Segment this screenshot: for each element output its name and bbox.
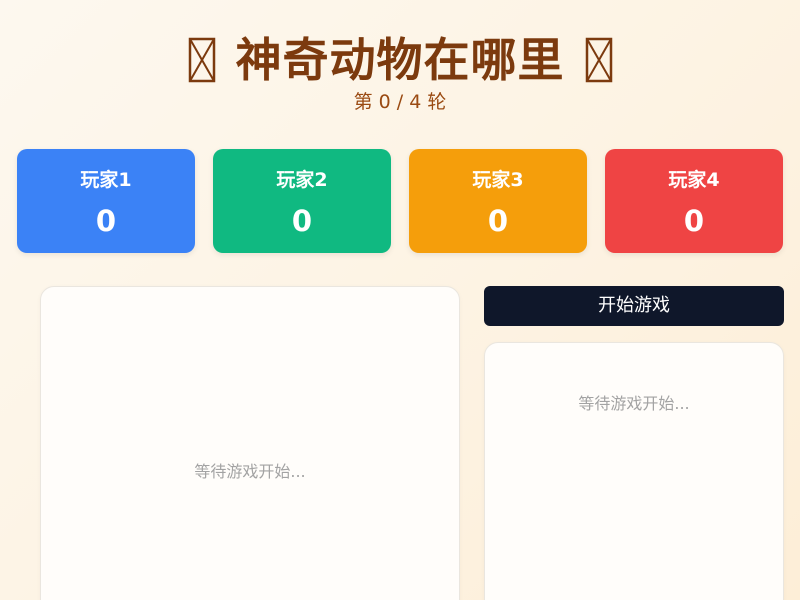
- missing-glyph-icon: [182, 35, 222, 85]
- game-board-panel: 等待游戏开始...: [40, 286, 460, 600]
- player-name: 玩家4: [668, 169, 720, 191]
- player-name: 玩家1: [80, 169, 132, 191]
- round-counter: 第 0 / 4 轮: [353, 91, 447, 113]
- title-row: 神奇动物在哪里: [0, 28, 800, 92]
- player-name: 玩家2: [276, 169, 328, 191]
- player-card-4: 玩家4 0: [605, 149, 783, 253]
- page-title: 神奇动物在哪里: [235, 33, 565, 87]
- player-card-3: 玩家3 0: [409, 149, 587, 253]
- player-score: 0: [95, 204, 117, 238]
- player-score: 0: [683, 204, 705, 238]
- player-name: 玩家3: [472, 169, 524, 191]
- player-score: 0: [291, 204, 313, 238]
- missing-glyph-icon: [579, 35, 619, 85]
- info-panel: 等待游戏开始...: [484, 342, 784, 600]
- player-card-1: 玩家1 0: [17, 149, 195, 253]
- board-waiting-text: 等待游戏开始...: [194, 462, 306, 481]
- start-game-button[interactable]: 开始游戏: [484, 286, 784, 326]
- player-scoreboard: 玩家1 0 玩家2 0 玩家3 0 玩家4 0: [17, 149, 783, 253]
- info-waiting-text: 等待游戏开始...: [578, 394, 690, 413]
- player-card-2: 玩家2 0: [213, 149, 391, 253]
- player-score: 0: [487, 204, 509, 238]
